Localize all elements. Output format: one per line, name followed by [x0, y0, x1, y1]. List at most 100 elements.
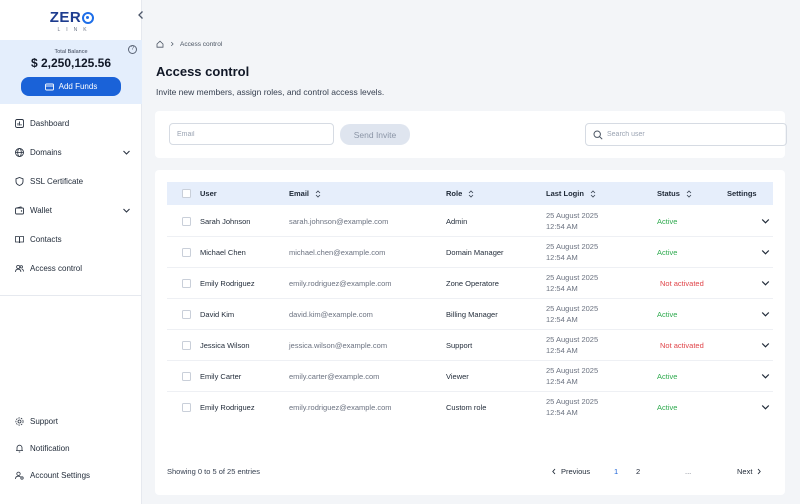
status-badge: Active [657, 403, 678, 412]
header-settings: Settings [727, 182, 757, 205]
sidebar-item-wallet[interactable]: Wallet [0, 200, 142, 220]
last-login: 25 August 2025 12:54 AM [546, 241, 598, 263]
header-last-login[interactable]: Last Login [546, 182, 596, 205]
balance-label: Total Balance [54, 49, 88, 55]
user-email: emily.rodriguez@example.com [289, 279, 392, 288]
sidebar-item-domains[interactable]: Domains [0, 142, 142, 162]
row-checkbox[interactable] [182, 217, 191, 226]
chevron-right-icon [758, 468, 762, 475]
previous-label: Previous [561, 467, 591, 476]
status-badge: Not activated [660, 279, 704, 288]
next-label: Next [737, 467, 753, 476]
last-login-time: 12:54 AM [546, 346, 578, 355]
header-label: Email [289, 189, 310, 198]
add-funds-button[interactable]: Add Funds [21, 77, 121, 96]
sidebar-item-account-settings[interactable]: Account Settings [0, 465, 142, 485]
chevron-down-icon[interactable] [761, 249, 770, 256]
sidebar-item-access-control[interactable]: Access control [0, 258, 142, 278]
status-badge: Active [657, 248, 678, 257]
users-table: User Email Role Last Login Status Settin… [155, 170, 785, 495]
user-name: Emily Rodriguez [200, 403, 255, 412]
home-icon[interactable] [156, 40, 164, 48]
select-all-checkbox[interactable] [182, 189, 191, 198]
user-name: Michael Chen [200, 248, 246, 257]
sidebar-item-label: SSL Certificate [30, 176, 84, 186]
logo[interactable]: ZER LINK [46, 9, 98, 35]
sidebar: ZER LINK Total Balance $ 2,250,125.56 ? … [0, 0, 143, 504]
status-badge: Not activated [660, 341, 704, 350]
breadcrumb: Access control [156, 40, 222, 48]
sidebar-item-label: Dashboard [30, 118, 70, 128]
row-checkbox[interactable] [182, 341, 191, 350]
table-row: Michael Chen michael.chen@example.com Doma… [167, 237, 773, 268]
user-name: Jessica Wilson [200, 341, 250, 350]
header-role[interactable]: Role [446, 182, 474, 205]
chevron-down-icon[interactable] [761, 280, 770, 287]
help-icon[interactable]: ? [128, 45, 137, 54]
users-icon [14, 264, 24, 272]
sort-icon [590, 189, 596, 198]
user-email: michael.chen@example.com [289, 248, 386, 257]
wallet-icon [14, 205, 24, 214]
search-box[interactable] [585, 123, 787, 146]
chevron-down-icon[interactable] [761, 342, 770, 349]
status-badge: Active [657, 310, 678, 319]
last-login-date: 25 August 2025 [546, 335, 599, 344]
last-login-date: 25 August 2025 [546, 397, 599, 406]
user-settings-icon [14, 471, 24, 480]
last-login-time: 12:54 AM [546, 315, 578, 324]
user-role: Custom role [446, 403, 487, 412]
sidebar-item-ssl-certificate[interactable]: SSL Certificate [0, 171, 142, 191]
last-login-time: 12:54 AM [546, 253, 578, 262]
last-login-time: 12:54 AM [546, 408, 578, 417]
user-email: emily.rodriguez@example.com [289, 403, 392, 412]
row-checkbox[interactable] [182, 310, 191, 319]
gear-icon [15, 417, 23, 425]
row-checkbox[interactable] [182, 248, 191, 257]
next-page-button[interactable]: Next [737, 467, 762, 476]
table-row: David Kim david.kim@example.com Billing Ma… [167, 299, 773, 330]
entries-summary: Showing 0 to 5 of 25 entries [167, 467, 260, 476]
email-field[interactable] [169, 123, 334, 145]
row-checkbox[interactable] [182, 403, 191, 412]
sidebar-item-label: Account Settings [30, 470, 91, 480]
last-login-date: 25 August 2025 [546, 273, 599, 282]
card-icon [44, 83, 54, 90]
search-input[interactable] [607, 126, 782, 143]
header-label: Role [446, 189, 463, 198]
balance-card: Total Balance $ 2,250,125.56 ? Add Funds [0, 40, 142, 104]
last-login: 25 August 2025 12:54 AM [546, 272, 598, 294]
sidebar-item-contacts[interactable]: Contacts [0, 229, 142, 249]
header-status[interactable]: Status [657, 182, 692, 205]
user-role: Billing Manager [446, 310, 498, 319]
table-header: User Email Role Last Login Status Settin… [167, 182, 773, 205]
last-login-date: 25 August 2025 [546, 211, 599, 220]
sidebar-item-label: Contacts [30, 234, 62, 244]
shield-icon [15, 176, 23, 186]
chevron-right-icon [171, 41, 174, 47]
user-role: Support [446, 341, 473, 350]
row-checkbox[interactable] [182, 279, 191, 288]
last-login-time: 12:54 AM [546, 377, 578, 386]
user-role: Zone Operatore [446, 279, 499, 288]
page-1-button[interactable]: 1 [614, 467, 618, 476]
chevron-down-icon[interactable] [761, 404, 770, 411]
status-badge: Active [657, 372, 678, 381]
last-login: 25 August 2025 12:54 AM [546, 365, 598, 387]
chevron-down-icon[interactable] [761, 311, 770, 318]
sort-icon [468, 189, 474, 198]
header-email[interactable]: Email [289, 182, 321, 205]
last-login-date: 25 August 2025 [546, 366, 599, 375]
sidebar-item-support[interactable]: Support [0, 411, 142, 431]
dashboard-icon [14, 118, 24, 128]
page-2-button[interactable]: 2 [636, 467, 640, 476]
user-name: Emily Carter [200, 372, 242, 381]
chevron-down-icon[interactable] [761, 373, 770, 380]
last-login-time: 12:54 AM [546, 222, 578, 231]
sidebar-item-dashboard[interactable]: Dashboard [0, 113, 142, 133]
sidebar-item-notification[interactable]: Notification [0, 438, 142, 458]
send-invite-button[interactable]: Send Invite [340, 124, 410, 145]
row-checkbox[interactable] [182, 372, 191, 381]
chevron-down-icon[interactable] [761, 218, 770, 225]
previous-page-button[interactable]: Previous [551, 467, 590, 476]
